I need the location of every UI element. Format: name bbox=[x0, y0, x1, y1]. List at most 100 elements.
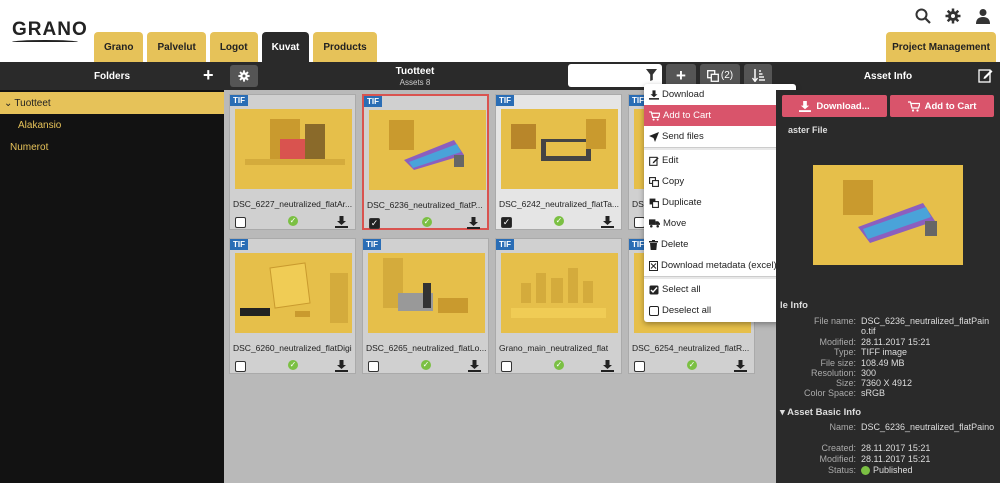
menu-item-delete[interactable]: Delete bbox=[644, 234, 796, 255]
copy-icon bbox=[649, 176, 659, 187]
menu-label: Deselect all bbox=[662, 305, 712, 316]
asset-checkbox[interactable] bbox=[634, 361, 645, 372]
chevron-down-icon[interactable]: ⌄ bbox=[4, 98, 12, 109]
asset-basic-info-title[interactable]: ▾ Asset Basic Info bbox=[780, 407, 861, 418]
asset-name: DSC_6227_neutralized_flatAr... bbox=[233, 199, 353, 209]
info-key: Resolution: bbox=[810, 368, 856, 378]
file-type-badge: TIF bbox=[230, 95, 248, 106]
tab-grano[interactable]: Grano bbox=[94, 32, 144, 62]
plus-icon: + bbox=[676, 65, 686, 85]
menu-item-duplicate[interactable]: Duplicate bbox=[644, 192, 796, 213]
menu-item-select-all[interactable]: Select all bbox=[644, 279, 796, 300]
asset-card[interactable]: TIF DSC_6227_neutralized_flatAr... ✓ bbox=[229, 94, 356, 230]
status-text: Published bbox=[873, 465, 913, 475]
download-icon[interactable] bbox=[335, 360, 348, 375]
add-to-cart-button[interactable]: Add to Cart bbox=[890, 95, 994, 117]
asset-card[interactable]: TIF DSC_6260_neutralized_flatDigi ✓ bbox=[229, 238, 356, 374]
folder-settings-button[interactable] bbox=[230, 65, 258, 87]
asset-name: DSC_6236_neutralized_flatP... bbox=[367, 200, 483, 210]
tab-palvelut[interactable]: Palvelut bbox=[147, 32, 206, 62]
menu-item-add-to-cart[interactable]: Add to Cart bbox=[644, 105, 796, 126]
info-value: DSC_6236_neutralized_flatPaino.tif bbox=[861, 316, 990, 336]
truck-icon bbox=[649, 219, 660, 228]
info-value: 300 bbox=[861, 368, 877, 378]
basic-info-row: Status: Published bbox=[776, 465, 1000, 476]
asset-checkbox[interactable] bbox=[235, 361, 246, 372]
folder-item-numerot[interactable]: Numerot bbox=[0, 136, 224, 158]
file-type-badge: TIF bbox=[496, 95, 514, 106]
download-icon[interactable] bbox=[468, 360, 481, 375]
menu-item-edit[interactable]: Edit bbox=[644, 150, 796, 171]
menu-item-copy[interactable]: Copy bbox=[644, 171, 796, 192]
logo-text: GRANO bbox=[12, 19, 88, 40]
menu-label: Edit bbox=[662, 155, 679, 166]
asset-thumbnail[interactable] bbox=[235, 253, 352, 333]
info-key: Name: bbox=[829, 422, 856, 432]
download-icon bbox=[649, 89, 659, 100]
menu-item-send-files[interactable]: Send files bbox=[644, 126, 796, 147]
asset-checkbox[interactable] bbox=[368, 361, 379, 372]
asset-checkbox[interactable]: ✓ bbox=[369, 218, 380, 229]
menu-item-deselect-all[interactable]: Deselect all bbox=[644, 300, 796, 321]
info-value: 28.11.2017 15:21 bbox=[861, 337, 931, 347]
info-key: Color Space: bbox=[803, 388, 856, 398]
info-key: Status: bbox=[827, 465, 856, 475]
asset-thumbnail[interactable] bbox=[369, 110, 486, 190]
published-status-icon: ✓ bbox=[687, 360, 697, 370]
tab-products[interactable]: Products bbox=[313, 32, 377, 62]
basic-info-row: Name: DSC_6236_neutralized_flatPaino bbox=[776, 422, 1000, 432]
edit-icon[interactable] bbox=[978, 68, 993, 86]
download-icon[interactable] bbox=[335, 216, 348, 231]
context-menu: Download Add to Cart Send files Edit Cop… bbox=[644, 84, 796, 322]
gear-icon[interactable] bbox=[944, 7, 962, 25]
file-info-row: Size: 7360 X 4912 bbox=[776, 378, 1000, 388]
download-icon[interactable] bbox=[601, 216, 614, 231]
download-icon[interactable] bbox=[467, 217, 480, 232]
section-label: Asset Basic Info bbox=[787, 407, 861, 418]
basic-info-row: Created: 28.11.2017 15:21 bbox=[776, 443, 1000, 453]
menu-item-download[interactable]: Download bbox=[644, 84, 796, 105]
grano-logo[interactable]: GRANO bbox=[12, 20, 87, 44]
search-icon[interactable] bbox=[914, 7, 932, 25]
filter-icon[interactable] bbox=[646, 69, 657, 84]
basic-info-row: Modified: 28.11.2017 15:21 bbox=[776, 454, 1000, 464]
menu-label: Copy bbox=[662, 176, 685, 187]
download-icon[interactable] bbox=[734, 360, 747, 375]
asset-thumbnail[interactable] bbox=[235, 109, 352, 189]
asset-thumbnail[interactable] bbox=[501, 109, 618, 189]
tab-project-management[interactable]: Project Management bbox=[886, 32, 996, 62]
tab-kuvat[interactable]: Kuvat bbox=[261, 32, 310, 62]
user-icon[interactable] bbox=[974, 7, 992, 25]
menu-label: Download bbox=[662, 89, 705, 100]
folders-title: Folders bbox=[93, 70, 131, 82]
menu-item-move[interactable]: Move bbox=[644, 213, 796, 234]
asset-card[interactable]: TIF DSC_6242_neutralized_flatTa... ✓ ✓ bbox=[495, 94, 622, 230]
folder-item-tuotteet[interactable]: ⌄ Tuotteet bbox=[0, 92, 224, 114]
folder-label: Alakansio bbox=[18, 119, 62, 131]
cart-icon bbox=[907, 100, 920, 112]
asset-card[interactable]: TIF DSC_6265_neutralized_flatLo... ✓ bbox=[362, 238, 489, 374]
edit-icon bbox=[649, 156, 659, 166]
asset-card[interactable]: TIF DSC_6236_neutralized_flatP... ✓ ✓ bbox=[362, 94, 489, 230]
asset-checkbox[interactable]: ✓ bbox=[501, 217, 512, 228]
menu-label: Duplicate bbox=[662, 197, 702, 208]
asset-card[interactable]: TIF Grano_main_neutralized_flat ✓ bbox=[495, 238, 622, 374]
file-info-row: File size: 108.49 MB bbox=[776, 358, 1000, 368]
add-folder-button[interactable]: + bbox=[203, 66, 214, 84]
download-icon bbox=[799, 100, 812, 112]
download-button[interactable]: Download... bbox=[782, 95, 887, 117]
file-type-badge: TIF bbox=[363, 239, 381, 250]
info-value: sRGB bbox=[861, 388, 886, 398]
asset-thumbnail[interactable] bbox=[368, 253, 485, 333]
menu-label: Add to Cart bbox=[663, 110, 712, 121]
asset-checkbox[interactable] bbox=[501, 361, 512, 372]
asset-name: DSC_6265_neutralized_flatLo... bbox=[366, 343, 487, 353]
asset-checkbox[interactable] bbox=[235, 217, 246, 228]
asset-preview[interactable] bbox=[813, 165, 963, 265]
gallery-title: Tuotteet bbox=[395, 66, 435, 77]
asset-thumbnail[interactable] bbox=[501, 253, 618, 333]
folder-item-alakansio[interactable]: Alakansio bbox=[0, 114, 224, 136]
tab-logot[interactable]: Logot bbox=[209, 32, 258, 62]
download-icon[interactable] bbox=[601, 360, 614, 375]
menu-item-download-metadata[interactable]: Download metadata (excel) bbox=[644, 255, 796, 276]
